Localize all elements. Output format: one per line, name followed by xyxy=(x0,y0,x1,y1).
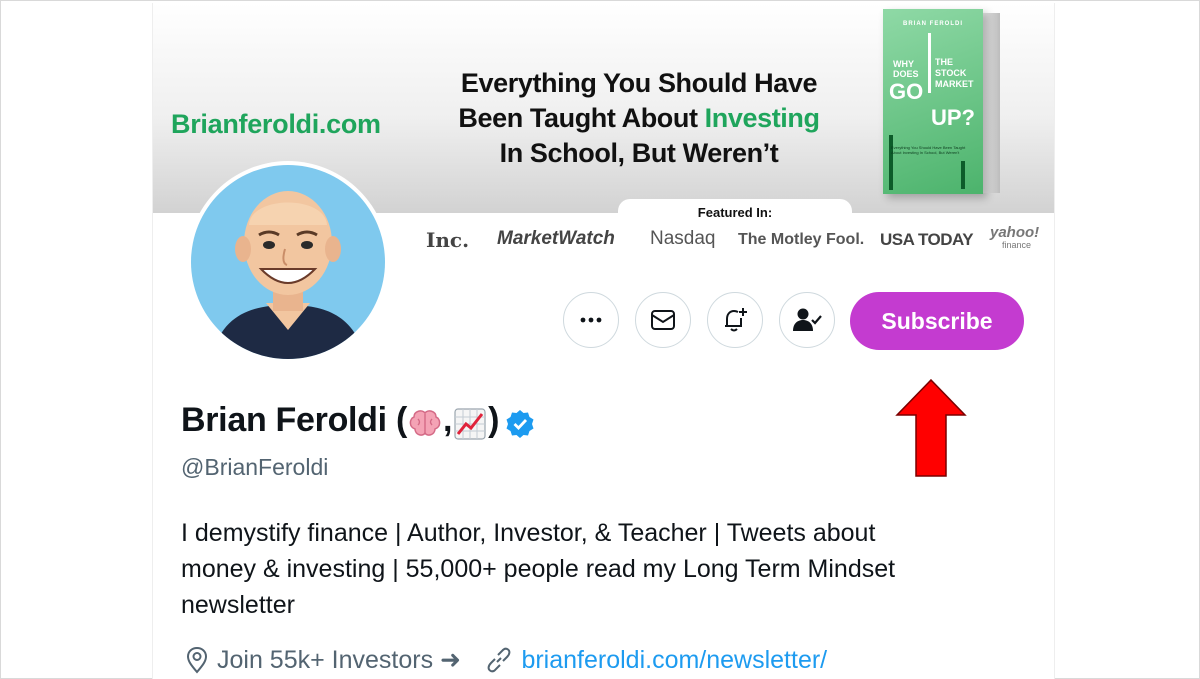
website-link[interactable]: brianferoldi.com/newsletter/ xyxy=(521,646,827,675)
display-name: Brian Feroldi ( xyxy=(181,401,407,439)
book-title-why-does: WHY DOES xyxy=(893,59,919,79)
location-item: Join 55k+ Investors ➜ xyxy=(185,645,461,675)
profile-meta-row: Join 55k+ Investors ➜ brianferoldi.com/n… xyxy=(185,645,847,679)
location-pin-icon xyxy=(185,646,209,674)
bio-line-1: I demystify finance | Author, Investor, … xyxy=(181,519,876,547)
headline-line-2: Been Taught About Investing xyxy=(429,101,849,136)
featured-logos: Inc. MarketWatch Nasdaq The Motley Fool.… xyxy=(423,225,1053,256)
banner-headline: Everything You Should Have Been Taught A… xyxy=(429,66,849,171)
book-arrow-left xyxy=(889,135,893,190)
book-title-go: GO xyxy=(889,79,924,104)
avatar-illustration xyxy=(211,191,365,359)
featured-label: Featured In: xyxy=(697,205,773,220)
headline-line-2-text: Been Taught About xyxy=(458,103,705,133)
bio: I demystify finance | Author, Investor, … xyxy=(181,515,1001,623)
display-name-comma: , xyxy=(442,401,453,439)
message-button[interactable] xyxy=(635,292,691,348)
usa-today-logo: USA TODAY xyxy=(880,230,974,249)
book-cover: BRIAN FEROLDI WHY DOES THE STOCK MARKET … xyxy=(883,9,983,194)
handle: @BrianFeroldi xyxy=(181,454,329,480)
chart-increasing-emoji-icon xyxy=(454,408,486,445)
nasdaq-logo: Nasdaq xyxy=(650,228,716,249)
headline-line-1: Everything You Should Have xyxy=(460,68,818,98)
bio-line-2: money & investing | 55,000+ people read … xyxy=(181,555,896,583)
person-check-icon xyxy=(793,308,822,331)
book-arrow-small xyxy=(961,161,965,189)
subscribe-button[interactable]: Subscribe xyxy=(850,292,1024,350)
book-spine xyxy=(982,13,1000,193)
avatar[interactable] xyxy=(187,161,389,363)
display-name-close: ) xyxy=(488,401,500,439)
location-text: Join 55k+ Investors ➜ xyxy=(217,646,461,674)
link-icon xyxy=(485,646,513,674)
notifications-button[interactable] xyxy=(707,292,763,348)
headline-line-3: In School, But Weren’t xyxy=(499,138,779,168)
book-title-up: UP? xyxy=(931,105,975,130)
more-icon xyxy=(580,317,602,323)
motley-fool-logo: The Motley Fool. xyxy=(738,231,865,248)
display-name-row: Brian Feroldi ( , ) xyxy=(181,401,537,447)
profile-card: Brianferoldi.com Everything You Should H… xyxy=(152,3,1055,679)
red-arrow-up-icon xyxy=(895,378,967,477)
following-button[interactable] xyxy=(779,292,835,348)
bell-plus-icon xyxy=(725,308,747,332)
website-item: brianferoldi.com/newsletter/ xyxy=(485,646,827,675)
marketwatch-logo: MarketWatch xyxy=(497,228,615,249)
headline-investing: Investing xyxy=(704,103,820,133)
banner-site-text: Brianferoldi.com xyxy=(171,109,381,139)
inc-logo: Inc. xyxy=(426,228,470,252)
more-button[interactable] xyxy=(563,292,619,348)
book-title-stock-market: THE STOCK MARKET xyxy=(935,57,974,89)
verified-badge-icon[interactable] xyxy=(505,409,535,444)
avatar-image xyxy=(191,165,385,359)
book-subtitle: Everything You Should Have Been Taught A… xyxy=(891,145,966,155)
envelope-icon xyxy=(651,310,675,330)
brain-emoji-icon xyxy=(409,409,441,444)
bio-line-3: newsletter xyxy=(181,591,295,619)
book-arrow xyxy=(928,33,931,93)
book-author: BRIAN FEROLDI xyxy=(903,21,963,27)
yahoo-finance-logo: yahoo! finance xyxy=(990,225,1039,252)
